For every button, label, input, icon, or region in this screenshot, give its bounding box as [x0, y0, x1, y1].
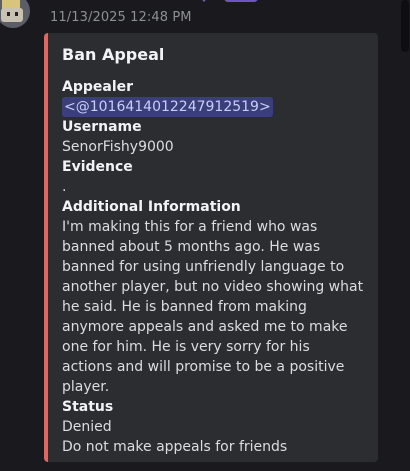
reaction-icon[interactable]	[196, 0, 258, 4]
avatar[interactable]	[0, 0, 30, 28]
field-value: Denied Do not make appeals for friends	[62, 419, 288, 455]
eye-icon	[7, 12, 10, 16]
scrollbar[interactable]	[400, 0, 410, 471]
field-value: I'm making this for a friend who was ban…	[62, 219, 364, 395]
field-evidence: Evidence .	[62, 157, 364, 197]
message-timestamp: 11/13/2025 12:48 PM	[50, 10, 192, 25]
field-value: SenorFishy9000	[62, 139, 174, 155]
field-value: .	[62, 179, 67, 195]
embed-title: Ban Appeal	[62, 45, 165, 64]
triangle-icon	[196, 0, 212, 2]
pill-icon	[224, 0, 258, 2]
field-name: Username	[62, 119, 142, 135]
field-additional-information: Additional Information I'm making this f…	[62, 197, 364, 397]
field-name: Evidence	[62, 159, 133, 175]
field-name: Appealer	[62, 79, 134, 95]
scrollbar-thumb[interactable]	[401, 0, 409, 52]
embed-card: Ban Appeal Appealer <@101641401224791251…	[44, 33, 378, 462]
user-mention[interactable]: <@1016414012247912519>	[62, 97, 273, 117]
face-icon	[1, 8, 23, 22]
eye-icon	[15, 12, 18, 16]
field-appealer: Appealer <@1016414012247912519>	[62, 77, 364, 117]
field-name: Status	[62, 399, 114, 415]
field-value: <@1016414012247912519>	[62, 97, 364, 117]
field-username: Username SenorFishy9000	[62, 117, 364, 157]
chat-viewport: 11/13/2025 12:48 PM Ban Appeal Appealer …	[0, 0, 410, 471]
field-status: Status Denied Do not make appeals for fr…	[62, 397, 364, 457]
field-name: Additional Information	[62, 199, 241, 215]
